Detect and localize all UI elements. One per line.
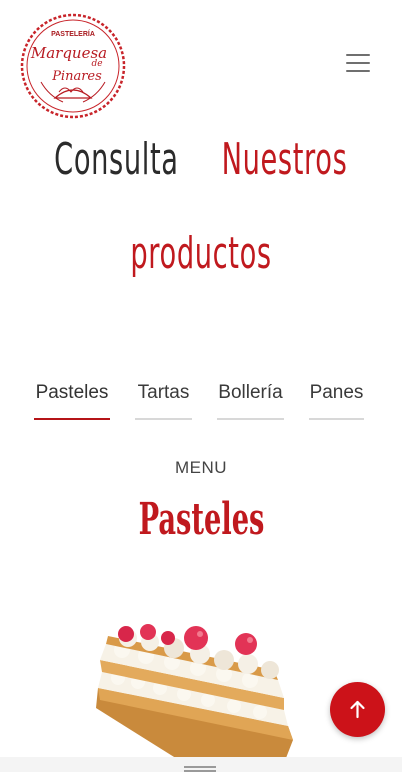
- tab-pasteles[interactable]: Pasteles: [34, 372, 110, 420]
- pastry-illustration-icon: [96, 624, 293, 772]
- svg-text:Pinares: Pinares: [51, 69, 102, 84]
- product-image-milhojas[interactable]: [88, 618, 308, 772]
- hamburger-icon[interactable]: [344, 50, 374, 76]
- tab-panes[interactable]: Panes: [309, 372, 364, 420]
- scroll-top-button[interactable]: [330, 682, 385, 737]
- hero-word-productos: productos: [130, 228, 272, 279]
- site-header: PASTELERÍA Marquesa de Pinares: [0, 0, 402, 130]
- hero-word-nuestros: Nuestros: [221, 134, 348, 185]
- svg-text:PASTELERÍA: PASTELERÍA: [51, 29, 95, 38]
- hero-heading-line1: Consulta Nuestros: [0, 128, 402, 192]
- category-tabs: Pasteles Tartas Bollería Panes: [24, 372, 384, 422]
- hero-word-consulta: Consulta: [54, 134, 179, 185]
- section-title: Pasteles: [0, 488, 402, 552]
- hamburger-bar-top: [346, 54, 370, 56]
- svg-text:de: de: [91, 59, 102, 69]
- logo-seal-icon: PASTELERÍA Marquesa de Pinares: [20, 13, 126, 119]
- section-title-text: Pasteles: [138, 494, 264, 545]
- hamburger-bar-middle: [346, 62, 370, 64]
- hero-heading-line2: productos: [0, 222, 402, 286]
- brand-logo[interactable]: PASTELERÍA Marquesa de Pinares: [19, 12, 127, 120]
- drag-handle-line-top[interactable]: [184, 766, 216, 768]
- arrow-up-icon: [350, 700, 365, 719]
- section-eyebrow: MENU: [174, 458, 228, 477]
- tab-tartas[interactable]: Tartas: [135, 372, 192, 420]
- tab-bolleria[interactable]: Bollería: [217, 372, 284, 420]
- hamburger-bar-bottom: [346, 70, 370, 72]
